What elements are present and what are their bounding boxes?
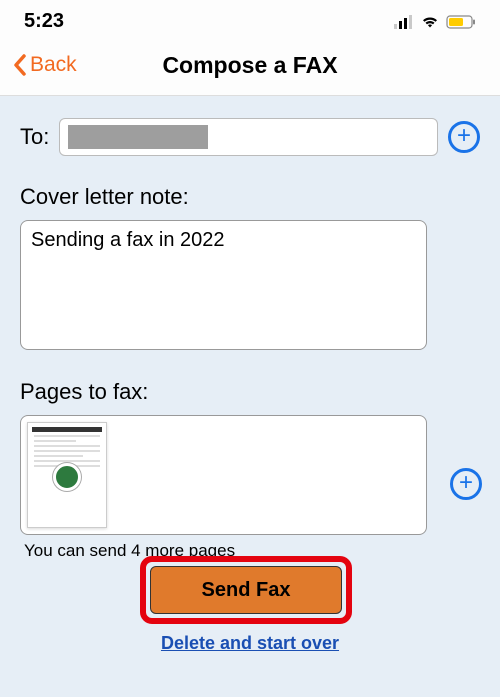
- battery-icon: [446, 15, 476, 29]
- wifi-icon: [420, 15, 440, 29]
- plus-icon: +: [459, 471, 473, 495]
- page-status-icon: [53, 463, 81, 491]
- cover-letter-textarea[interactable]: [20, 220, 427, 350]
- send-fax-button[interactable]: Send Fax: [150, 566, 342, 614]
- add-page-button[interactable]: +: [450, 468, 482, 500]
- add-recipient-button[interactable]: +: [448, 121, 480, 153]
- to-input[interactable]: [59, 118, 438, 156]
- send-fax-label: Send Fax: [202, 579, 291, 602]
- cellular-icon: [394, 15, 414, 29]
- status-icons: [394, 15, 476, 29]
- nav-bar: Back Compose a FAX: [0, 41, 500, 96]
- delete-start-over-link[interactable]: Delete and start over: [0, 633, 500, 654]
- send-button-highlight: Send Fax: [140, 556, 352, 624]
- status-time: 5:23: [24, 10, 64, 33]
- cover-letter-label: Cover letter note:: [20, 184, 480, 210]
- to-row: To: +: [20, 118, 480, 156]
- plus-icon: +: [457, 124, 471, 148]
- to-label: To:: [20, 124, 49, 150]
- back-label: Back: [30, 53, 77, 77]
- chevron-left-icon: [12, 53, 28, 77]
- pages-container[interactable]: [20, 415, 427, 535]
- back-button[interactable]: Back: [12, 53, 77, 77]
- status-bar: 5:23: [0, 0, 500, 41]
- to-value-placeholder: [68, 125, 208, 149]
- page-thumbnail[interactable]: [27, 422, 107, 528]
- pages-label: Pages to fax:: [20, 379, 480, 405]
